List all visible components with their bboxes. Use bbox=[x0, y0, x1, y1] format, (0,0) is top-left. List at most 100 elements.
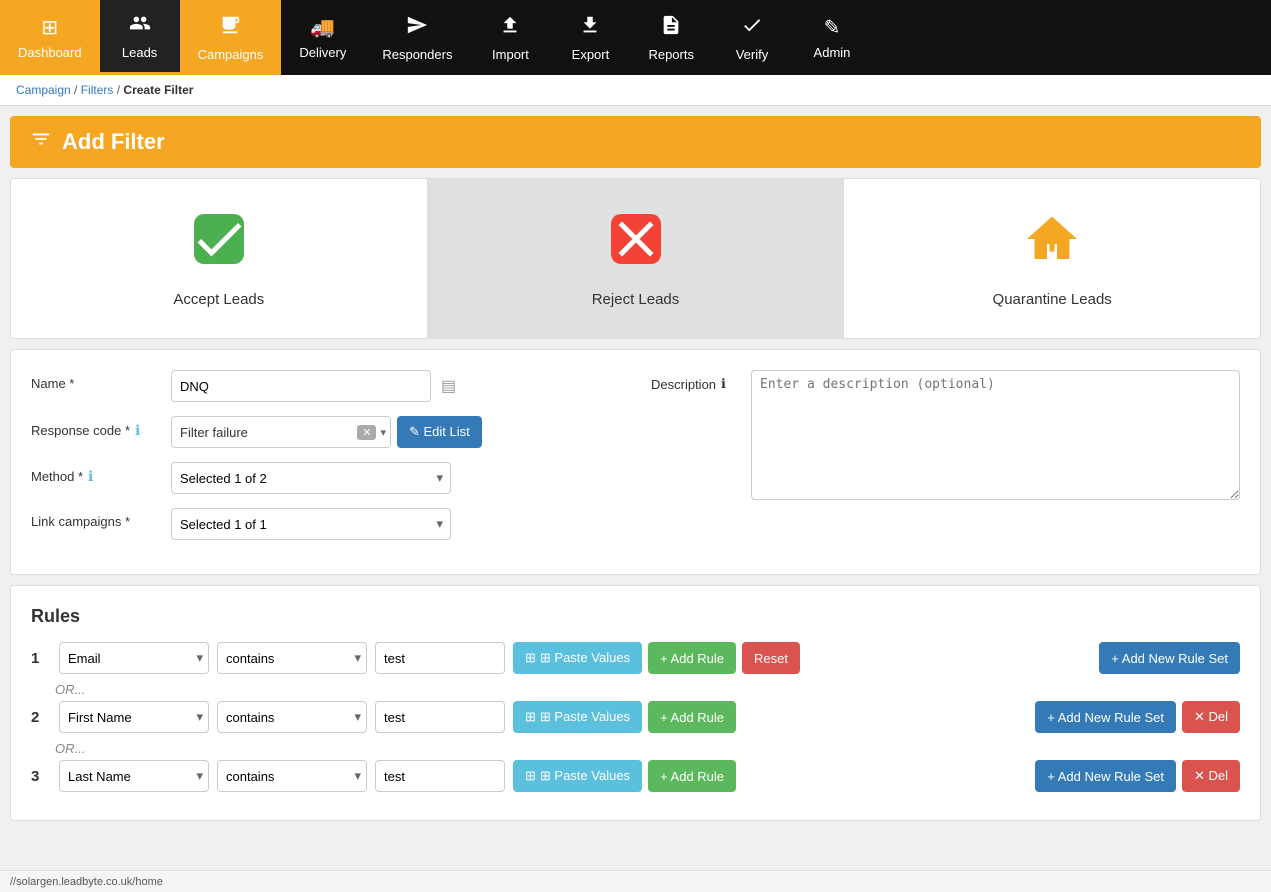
response-code-info-icon[interactable]: ℹ bbox=[135, 422, 140, 439]
nav-import[interactable]: Import bbox=[470, 0, 550, 75]
paste-icon-1: ⊞ bbox=[525, 650, 536, 666]
rule-2-add-rule-button[interactable]: + Add Rule bbox=[648, 701, 736, 733]
nav-responders[interactable]: Responders bbox=[364, 0, 470, 75]
nav-dashboard[interactable]: ⊞ Dashboard bbox=[0, 0, 100, 75]
nav-campaigns-label: Campaigns bbox=[198, 47, 264, 62]
status-url: //solargen.leadbyte.co.uk/home bbox=[10, 876, 163, 888]
nav-leads[interactable]: Leads bbox=[100, 0, 180, 75]
rules-section: Rules 1 Email First Name Last Name ▾ con… bbox=[10, 585, 1261, 821]
response-code-label: Response code * ℹ bbox=[31, 416, 161, 439]
import-icon bbox=[499, 14, 521, 42]
rule-2-paste-values-button[interactable]: ⊞ ⊞ Paste Values bbox=[513, 701, 642, 733]
breadcrumb-current: Create Filter bbox=[123, 83, 193, 97]
nav-admin[interactable]: ✎ Admin bbox=[792, 0, 872, 75]
page-title: Add Filter bbox=[62, 129, 165, 155]
description-info-icon[interactable]: ℹ bbox=[721, 376, 726, 392]
rule-2-field-wrap: First Name Email Last Name ▾ bbox=[59, 701, 209, 733]
link-campaigns-select[interactable]: Selected 1 of 1 bbox=[171, 508, 451, 540]
nav-responders-label: Responders bbox=[382, 47, 452, 62]
rule-1-condition-select[interactable]: contains equals bbox=[217, 642, 367, 674]
rule-3-right: + Add New Rule Set ✕ Del bbox=[1035, 760, 1240, 792]
nav-import-label: Import bbox=[492, 47, 529, 62]
rule-3-value-input[interactable] bbox=[375, 760, 505, 792]
method-select-wrap: Selected 1 of 2 ▾ bbox=[171, 462, 451, 494]
edit-list-button[interactable]: ✎ Edit List bbox=[397, 416, 482, 448]
rule-row-3: 3 Last Name Email First Name ▾ contains … bbox=[31, 760, 1240, 792]
rule-1-condition-wrap: contains equals ▾ bbox=[217, 642, 367, 674]
rule-2-right: + Add New Rule Set ✕ Del bbox=[1035, 701, 1240, 733]
rule-1-add-rule-set-button[interactable]: + Add New Rule Set bbox=[1099, 642, 1240, 674]
method-select[interactable]: Selected 1 of 2 bbox=[171, 462, 451, 494]
nav-campaigns[interactable]: Campaigns bbox=[180, 0, 282, 75]
link-campaigns-label: Link campaigns * bbox=[31, 508, 161, 529]
form-section: Name * ▤ Response code * ℹ Filter failur… bbox=[10, 349, 1261, 575]
nav-verify-label: Verify bbox=[736, 47, 769, 62]
quarantine-label: Quarantine Leads bbox=[993, 291, 1112, 308]
method-label: Method * ℹ bbox=[31, 462, 161, 485]
rule-3-field-select[interactable]: Last Name Email First Name bbox=[59, 760, 209, 792]
rule-2-condition-select[interactable]: contains equals bbox=[217, 701, 367, 733]
response-code-row: Response code * ℹ Filter failure ✕ ▾ ✎ E… bbox=[31, 416, 631, 448]
paste-icon-3: ⊞ bbox=[525, 768, 536, 784]
rule-3-field-wrap: Last Name Email First Name ▾ bbox=[59, 760, 209, 792]
breadcrumb: Campaign / Filters / Create Filter bbox=[0, 75, 1271, 106]
delivery-icon: 🚚 bbox=[310, 15, 335, 40]
page-header: Add Filter bbox=[10, 116, 1261, 168]
rule-number-2: 2 bbox=[31, 709, 51, 726]
breadcrumb-filters[interactable]: Filters bbox=[81, 83, 114, 97]
nav-reports-label: Reports bbox=[648, 47, 694, 62]
response-code-wrap: Filter failure ✕ ▾ ✎ Edit List bbox=[171, 416, 482, 448]
rule-1-reset-button[interactable]: Reset bbox=[742, 642, 800, 674]
filter-card-reject[interactable]: Reject Leads bbox=[428, 179, 845, 338]
rule-number-3: 3 bbox=[31, 768, 51, 785]
method-info-icon[interactable]: ℹ bbox=[88, 468, 93, 485]
rule-3-add-rule-set-button[interactable]: + Add New Rule Set bbox=[1035, 760, 1176, 792]
rules-title: Rules bbox=[31, 606, 1240, 627]
nav-export[interactable]: Export bbox=[550, 0, 630, 75]
quarantine-icon bbox=[1022, 209, 1082, 281]
response-code-clear[interactable]: ✕ bbox=[357, 425, 376, 440]
rule-3-condition-select[interactable]: contains equals bbox=[217, 760, 367, 792]
nav-delivery[interactable]: 🚚 Delivery bbox=[281, 0, 364, 75]
rule-1-field-select[interactable]: Email First Name Last Name bbox=[59, 642, 209, 674]
response-code-dropdown-arrow[interactable]: ▾ bbox=[376, 426, 386, 439]
rule-1-actions: ⊞ ⊞ Paste Values + Add Rule Reset bbox=[513, 642, 800, 674]
method-row: Method * ℹ Selected 1 of 2 ▾ bbox=[31, 462, 631, 494]
nav-verify[interactable]: Verify bbox=[712, 0, 792, 75]
rule-2-del-button[interactable]: ✕ Del bbox=[1182, 701, 1240, 733]
dashboard-icon: ⊞ bbox=[41, 15, 58, 40]
link-campaigns-select-wrap: Selected 1 of 1 ▾ bbox=[171, 508, 451, 540]
reject-label: Reject Leads bbox=[592, 291, 680, 308]
rule-3-paste-values-button[interactable]: ⊞ ⊞ Paste Values bbox=[513, 760, 642, 792]
rule-2-field-select[interactable]: First Name Email Last Name bbox=[59, 701, 209, 733]
name-input-icon: ▤ bbox=[441, 370, 456, 396]
rule-2-condition-wrap: contains equals ▾ bbox=[217, 701, 367, 733]
status-bar: //solargen.leadbyte.co.uk/home bbox=[0, 870, 1271, 892]
name-input[interactable] bbox=[171, 370, 431, 402]
nav-dashboard-label: Dashboard bbox=[18, 45, 82, 60]
accept-label: Accept Leads bbox=[173, 291, 264, 308]
rule-1-paste-values-button[interactable]: ⊞ ⊞ Paste Values bbox=[513, 642, 642, 674]
verify-icon bbox=[741, 14, 763, 42]
filter-card-accept[interactable]: Accept Leads bbox=[11, 179, 428, 338]
description-label: Description ℹ bbox=[651, 370, 741, 392]
rule-3-add-rule-button[interactable]: + Add Rule bbox=[648, 760, 736, 792]
rule-1-value-input[interactable] bbox=[375, 642, 505, 674]
rule-3-actions: ⊞ ⊞ Paste Values + Add Rule bbox=[513, 760, 736, 792]
rule-row-1: 1 Email First Name Last Name ▾ contains … bbox=[31, 642, 1240, 674]
nav-export-label: Export bbox=[572, 47, 610, 62]
nav-reports[interactable]: Reports bbox=[630, 0, 712, 75]
rule-1-add-rule-button[interactable]: + Add Rule bbox=[648, 642, 736, 674]
accept-icon bbox=[189, 209, 249, 281]
export-icon bbox=[579, 14, 601, 42]
breadcrumb-campaign[interactable]: Campaign bbox=[16, 83, 71, 97]
description-textarea[interactable] bbox=[751, 370, 1240, 500]
rule-2-add-rule-set-button[interactable]: + Add New Rule Set bbox=[1035, 701, 1176, 733]
rule-2-value-input[interactable] bbox=[375, 701, 505, 733]
reports-icon bbox=[660, 14, 682, 42]
rule-1-right: + Add New Rule Set bbox=[1099, 642, 1240, 674]
filter-failure-text: Filter failure bbox=[176, 423, 357, 442]
filter-card-quarantine[interactable]: Quarantine Leads bbox=[844, 179, 1260, 338]
rule-3-del-button[interactable]: ✕ Del bbox=[1182, 760, 1240, 792]
or-label-1: OR... bbox=[55, 682, 1240, 697]
